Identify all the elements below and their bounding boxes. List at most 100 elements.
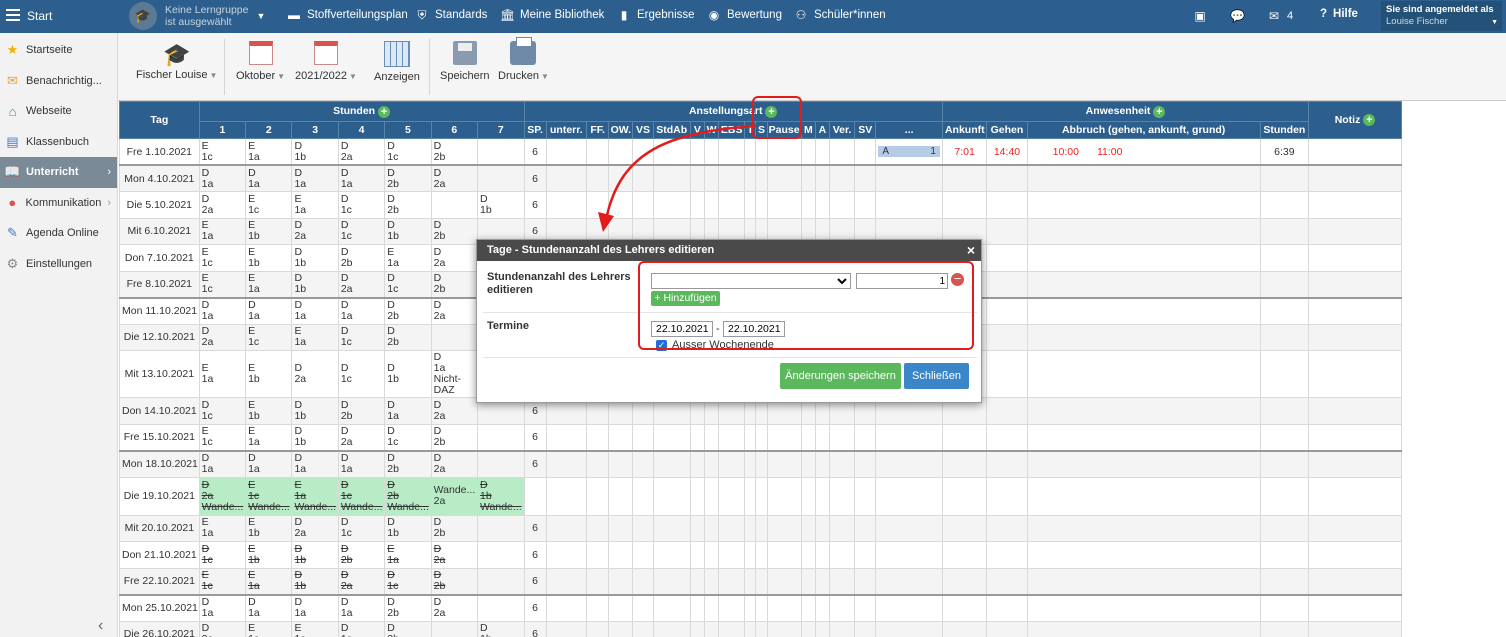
leave-cell[interactable] (986, 620, 1028, 637)
type-cell[interactable] (854, 423, 877, 451)
type-cell[interactable] (800, 620, 816, 637)
type-cell[interactable] (689, 476, 705, 516)
arrival-cell[interactable] (941, 567, 988, 595)
lesson-cell[interactable]: D 1a (245, 164, 293, 192)
note-cell[interactable] (1308, 217, 1402, 245)
type-cell[interactable] (703, 541, 720, 569)
lesson-cell[interactable]: D 2a (430, 164, 479, 192)
type-cell[interactable] (608, 541, 634, 569)
lesson-cell[interactable]: D 1c (384, 423, 432, 451)
type-cell[interactable] (766, 191, 802, 219)
type-cell[interactable] (854, 593, 877, 622)
arrival-cell[interactable] (941, 514, 988, 542)
type-cell[interactable] (689, 423, 705, 451)
lesson-cell[interactable]: D 1c (337, 514, 386, 542)
lesson-cell[interactable]: E 1a (291, 191, 339, 219)
lesson-cell[interactable]: E 1b (245, 217, 293, 245)
type-cell[interactable] (800, 423, 816, 451)
lesson-cell[interactable]: Wande... 2a (430, 476, 479, 516)
type-cell[interactable] (586, 541, 610, 569)
nav-stoffverteilungsplan[interactable]: ▬ Stoffverteilungsplan (287, 8, 408, 22)
type-cell[interactable] (766, 620, 802, 637)
leave-cell[interactable] (986, 296, 1028, 325)
type-cell[interactable] (718, 541, 746, 569)
lesson-cell[interactable]: D 1a (337, 296, 386, 325)
lesson-cell[interactable]: E 1a (291, 620, 339, 637)
note-cell[interactable] (1308, 541, 1402, 569)
type-cell[interactable] (586, 620, 610, 637)
type-cell[interactable] (703, 620, 720, 637)
arrival-cell[interactable] (941, 164, 988, 192)
lesson-cell[interactable]: D 1a (291, 164, 339, 192)
lesson-cell[interactable]: D 1b (291, 397, 339, 425)
lesson-cell[interactable]: D 1c (337, 217, 386, 245)
lesson-cell[interactable]: D 1a (198, 593, 247, 622)
type-cell[interactable] (586, 449, 610, 478)
lesson-cell[interactable]: D 2a (337, 423, 386, 451)
print-button[interactable]: Drucken ▼ (498, 37, 549, 82)
type-cell[interactable] (545, 449, 588, 478)
type-cell[interactable] (608, 593, 634, 622)
lesson-cell[interactable]: D 2a (337, 270, 386, 298)
lesson-cell[interactable]: D 2b (384, 593, 432, 622)
type-cell[interactable] (854, 449, 877, 478)
type-cell[interactable] (755, 541, 768, 569)
type-cell[interactable] (755, 514, 768, 542)
type-cell[interactable] (689, 593, 705, 622)
lesson-cell[interactable]: E 1c (198, 138, 247, 166)
lesson-cell[interactable] (477, 449, 525, 478)
start-link[interactable]: Start (27, 9, 52, 23)
type-cell[interactable] (632, 449, 654, 478)
type-cell[interactable] (828, 514, 856, 542)
menu-icon[interactable] (6, 9, 20, 21)
more-cell[interactable] (875, 423, 943, 451)
break-cell[interactable] (1026, 270, 1261, 298)
leave-cell[interactable] (986, 541, 1028, 569)
break-cell[interactable] (1026, 323, 1261, 351)
type-cell[interactable] (854, 138, 877, 166)
type-cell[interactable] (814, 476, 831, 516)
type-cell[interactable] (814, 514, 831, 542)
lesson-cell[interactable]: D 2a (291, 217, 339, 245)
nav-library[interactable]: 🏛 Meine Bibliothek (500, 8, 604, 22)
type-cell[interactable] (703, 567, 720, 595)
type-cell[interactable] (632, 567, 654, 595)
lesson-cell[interactable]: D 2a (430, 397, 479, 425)
type-cell[interactable] (744, 593, 757, 622)
type-cell[interactable] (800, 541, 816, 569)
type-cell[interactable] (718, 514, 746, 542)
type-cell[interactable] (800, 476, 816, 516)
type-cell[interactable] (814, 449, 831, 478)
note-cell[interactable] (1308, 244, 1402, 272)
lesson-cell[interactable]: D 2a (337, 567, 386, 595)
leave-cell[interactable] (986, 567, 1028, 595)
type-cell[interactable] (652, 514, 691, 542)
lesson-cell[interactable]: D 2a (430, 541, 479, 569)
type-cell[interactable] (586, 476, 610, 516)
user-menu[interactable]: Sie sind angemeldet als Louise Fischer ▼ (1381, 1, 1502, 31)
type-cell[interactable] (545, 476, 588, 516)
type-cell[interactable] (718, 593, 746, 622)
type-cell[interactable] (689, 620, 705, 637)
year-selector[interactable]: 2021/2022 ▼ (295, 41, 357, 82)
lesson-cell[interactable]: D 2a (430, 593, 479, 622)
break-cell[interactable]: 10:00 11:00 (1026, 138, 1261, 166)
type-cell[interactable] (586, 567, 610, 595)
lesson-cell[interactable]: D 1b Wande... (477, 476, 525, 516)
lesson-cell[interactable]: E 1c (245, 620, 293, 637)
lesson-cell[interactable] (477, 138, 525, 166)
leave-cell[interactable] (986, 244, 1028, 272)
lesson-cell[interactable]: E 1a (291, 323, 339, 351)
type-cell[interactable] (744, 423, 757, 451)
type-cell[interactable] (718, 567, 746, 595)
type-cell[interactable] (744, 541, 757, 569)
leave-cell[interactable] (986, 350, 1028, 398)
more-cell[interactable] (875, 191, 943, 219)
note-cell[interactable] (1308, 191, 1402, 219)
nav-results[interactable]: ▮ Ergebnisse (617, 8, 695, 22)
type-cell[interactable] (814, 567, 831, 595)
lesson-cell[interactable]: E 1c (245, 323, 293, 351)
leave-cell[interactable] (986, 423, 1028, 451)
type-cell[interactable] (814, 138, 831, 166)
type-cell[interactable] (766, 567, 802, 595)
